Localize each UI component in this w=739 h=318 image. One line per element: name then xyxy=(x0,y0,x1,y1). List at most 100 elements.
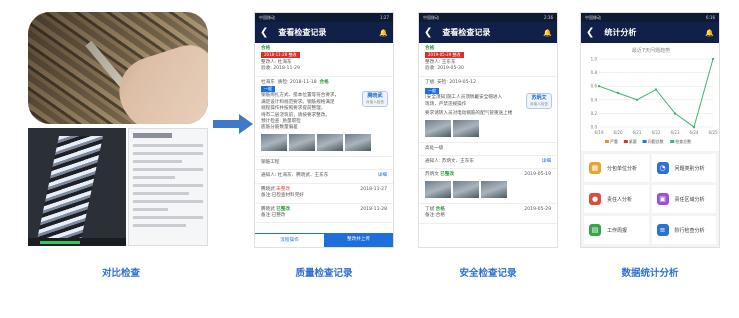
bim-model-screenshot xyxy=(28,128,126,246)
status-carrier: 中国移动 xyxy=(423,15,439,20)
caption-quality: 质量检查记录 xyxy=(295,268,353,279)
detail-link[interactable]: 详细 xyxy=(378,173,387,179)
x-tick-label: 6/23 xyxy=(671,130,680,135)
section-header: 钢筋工程 xyxy=(255,157,393,171)
menu-item-label: 责任人分析 xyxy=(607,196,633,203)
menu-item-label: 责任区域分析 xyxy=(674,196,705,203)
follow-up-row: 苏炳文 已整改 2019-05-19 xyxy=(419,169,557,204)
follow-up-row: 丁斌 合格 2019-05-29 备注:合格 xyxy=(419,204,557,224)
assignee-role: 对接人检查 xyxy=(366,100,384,105)
menu-item[interactable]: ▤ 工作周报 xyxy=(584,216,649,244)
assignee-card[interactable]: 腾晓武 对接人检查 xyxy=(362,90,388,108)
header: ❮ 查看检查记录 🔔 xyxy=(255,22,393,43)
data-point xyxy=(673,112,677,115)
person-icon: ● xyxy=(589,193,601,205)
assignee-card[interactable]: 苏炳文 对接人检查 xyxy=(526,92,552,110)
photo-thumbnail[interactable] xyxy=(345,133,371,151)
follow-state: 合格 xyxy=(435,206,445,212)
photo-strip xyxy=(261,133,387,151)
detail-link[interactable]: 详细 xyxy=(542,159,551,165)
record-card[interactable]: 合格 2018-11-28 整改 整改人: 杜海东 验收: 2018-11-29 xyxy=(255,43,393,77)
section-label: 高处一级 xyxy=(425,145,444,151)
legend-swatch xyxy=(623,140,628,143)
photo-strip xyxy=(425,180,551,198)
record-card[interactable]: 丁斌 安检: 2019-05-12 一般 [安全须知]施工人员须佩戴安全帽进入 … xyxy=(419,77,557,143)
menu-item[interactable]: ● 责任人分析 xyxy=(584,185,649,213)
bell-icon[interactable]: 🔔 xyxy=(705,29,714,37)
status-time: 2:36 xyxy=(544,15,553,20)
data-point xyxy=(597,85,601,88)
pie-chart-icon: ◔ xyxy=(656,162,669,174)
photo-thumbnail[interactable] xyxy=(289,133,315,151)
menu-item[interactable]: ▣ 责任区域分析 xyxy=(651,185,716,213)
follow-note: 备注:合格 xyxy=(425,213,445,219)
level-badge: 一般 xyxy=(261,86,275,93)
photo-thumbnail[interactable] xyxy=(317,133,343,151)
record-card[interactable]: 合格 2019-05-29 整改 整改人: 王东东 验收: 2019-05-30 xyxy=(419,43,557,77)
rebar-measurement-photo xyxy=(28,12,208,124)
photo-thumbnail[interactable] xyxy=(453,180,479,198)
photo-thumbnail[interactable] xyxy=(261,133,287,151)
status-time: 1:27 xyxy=(380,15,389,20)
legend-label: 紧要 xyxy=(629,138,637,144)
photo-thumbnail[interactable] xyxy=(481,180,507,198)
back-icon[interactable]: ❮ xyxy=(586,27,594,38)
bell-icon[interactable]: 🔔 xyxy=(379,29,388,37)
rectify-upload-button[interactable]: 整改并上传 xyxy=(324,233,393,247)
follow-state: 已整改 xyxy=(440,172,455,178)
photo-thumbnail[interactable] xyxy=(453,119,479,137)
follow-note: 备注:已整改 xyxy=(261,212,286,218)
menu-item-label: 工作周报 xyxy=(607,227,628,234)
x-tick-label: 6/24 xyxy=(690,130,699,135)
data-point xyxy=(654,88,658,91)
status-time: 6:16 xyxy=(706,15,715,20)
page-title: 统计分析 xyxy=(604,28,637,37)
follower-name: 苏炳文 xyxy=(425,172,439,178)
legend-label: 检查总数 xyxy=(675,138,691,144)
x-tick-label: 6/20 xyxy=(614,130,623,135)
y-tick-label: 0.4 xyxy=(591,97,598,102)
back-icon[interactable]: ❮ xyxy=(424,27,432,38)
notify-row: 通知人: 杜海东、腾晓武、王东东 详细 xyxy=(255,170,393,184)
trend-chart-svg: 最近7天问题趋势 1.0 0.8 0.6 0.4 0.2 0.06/19 6/20 6/21 6… xyxy=(591,47,718,144)
analysis-menu: ▦ 分包单位分析 ◔ 问题类别分析 ● 责任人分析 ▣ 责任区域分析 ▤ 工作周报 ≡ 阶行检查分析 xyxy=(581,151,719,247)
follow-up-row: 腾晓武 未整改 2018-11-27 备注:已检查材料完好 xyxy=(255,184,393,204)
photo-thumbnail[interactable] xyxy=(425,119,451,137)
photo-strip xyxy=(425,119,551,137)
follower-name: 丁斌 xyxy=(425,206,435,212)
bell-icon[interactable]: 🔔 xyxy=(543,29,552,37)
caption-statistics: 数据统计分析 xyxy=(621,268,679,279)
record-date: 安检: 2019-05-12 xyxy=(437,79,477,85)
record-text: 要求请转入员对电动钢筋的配气管重送上楼 xyxy=(425,111,513,117)
record-line: 验收: 2018-11-29 xyxy=(261,66,300,72)
y-tick-label: 1.0 xyxy=(591,57,598,62)
follow-date: 2018-11-28 xyxy=(360,206,387,212)
y-tick-label: 0.0 xyxy=(591,125,598,130)
back-icon[interactable]: ❮ xyxy=(260,27,268,38)
menu-item-label: 阶行检查分析 xyxy=(674,227,705,234)
record-card[interactable]: 杜海东 质检: 2018-11-18 合格 一般 钢筋绑扎方式、搭本位置等符合要… xyxy=(255,77,393,157)
status-badge: 2019-05-29 整改 xyxy=(425,52,464,59)
inspection-form-thumbnail xyxy=(128,128,208,246)
quality-record-phone: 中国移动 1:27 ❮ 查看检查记录 🔔 合格 2018-11-28 整改 整改人… xyxy=(254,12,394,248)
bottom-actions: 流程操作 整改并上传 xyxy=(255,233,393,247)
inspector-name: 丁斌 xyxy=(425,79,435,85)
result-label: 合格 xyxy=(319,79,329,85)
photo-thumbnail[interactable] xyxy=(425,180,451,198)
record-location: 底筋分筋数量偏差 xyxy=(261,125,298,131)
data-point xyxy=(711,57,715,61)
follow-date: 2019-05-29 xyxy=(524,206,551,212)
menu-item[interactable]: ▦ 分包单位分析 xyxy=(584,154,649,182)
notify-text: 通知人: 苏炳文、王东东 xyxy=(425,159,474,165)
notify-text: 通知人: 杜海东、腾晓武、王东东 xyxy=(261,173,329,179)
section-label: 钢筋工程 xyxy=(261,159,280,165)
menu-item[interactable]: ◔ 问题类别分析 xyxy=(651,154,716,182)
follow-date: 2019-05-19 xyxy=(524,172,551,178)
menu-item[interactable]: ≡ 阶行检查分析 xyxy=(651,216,716,244)
x-tick-label: 6/25 xyxy=(709,130,718,135)
statistics-phone: 中国移动 6:16 ❮ 统计分析 🔔 最近7天问题趋势 1.0 0.8 0.6 0.4 0… xyxy=(580,12,720,248)
status-carrier: 中国移动 xyxy=(259,15,275,20)
calendar-icon: ▤ xyxy=(589,224,601,236)
status-badge: 2018-11-28 整改 xyxy=(261,52,300,59)
process-button[interactable]: 流程操作 xyxy=(255,233,324,247)
